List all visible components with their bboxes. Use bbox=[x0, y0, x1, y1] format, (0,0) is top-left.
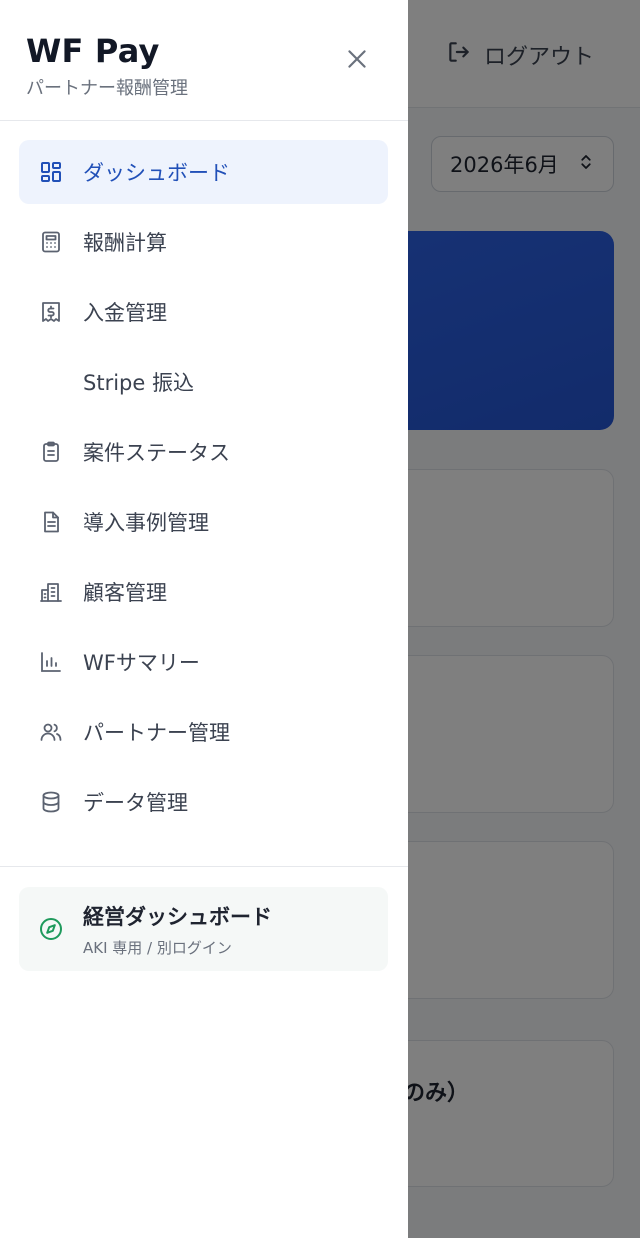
compass-icon bbox=[39, 917, 63, 941]
sidebar-item-label: パートナー管理 bbox=[83, 721, 230, 745]
exec-dashboard-text: 経営ダッシュボード AKI 専用 / 別ログイン bbox=[83, 901, 272, 958]
divider bbox=[0, 120, 408, 121]
sidebar-item-label: ダッシュボード bbox=[83, 161, 230, 185]
sidebar-item-label: 報酬計算 bbox=[83, 231, 167, 255]
dashboard-grid-icon bbox=[39, 160, 63, 184]
bar-chart-icon bbox=[39, 650, 63, 674]
brand: WF Pay パートナー報酬管理 bbox=[26, 32, 188, 100]
clipboard-list-icon bbox=[39, 440, 63, 464]
building-icon bbox=[39, 580, 63, 604]
sidebar-item-customers[interactable]: 顧客管理 bbox=[19, 560, 388, 624]
document-icon bbox=[39, 510, 63, 534]
app-subtitle: パートナー報酬管理 bbox=[26, 78, 188, 99]
users-icon bbox=[39, 720, 63, 744]
database-icon bbox=[39, 790, 63, 814]
close-icon bbox=[344, 46, 370, 76]
sidebar-item-project-status[interactable]: 案件ステータス bbox=[19, 420, 388, 484]
blank-icon bbox=[39, 370, 63, 394]
nav-drawer: WF Pay パートナー報酬管理 ダッシュボード 報酬計算 入金管理 Strip… bbox=[0, 0, 408, 1238]
sidebar-item-partners[interactable]: パートナー管理 bbox=[19, 700, 388, 764]
divider bbox=[0, 866, 408, 867]
exec-dashboard-link[interactable]: 経営ダッシュボード AKI 専用 / 別ログイン bbox=[19, 887, 388, 971]
sidebar-item-label: 案件ステータス bbox=[83, 441, 230, 465]
calculator-icon bbox=[39, 230, 63, 254]
sidebar-item-wf-summary[interactable]: WFサマリー bbox=[19, 630, 388, 694]
sidebar-item-case-studies[interactable]: 導入事例管理 bbox=[19, 490, 388, 554]
close-drawer-button[interactable] bbox=[340, 44, 374, 78]
app-title: WF Pay bbox=[26, 32, 160, 70]
sidebar-item-reward-calc[interactable]: 報酬計算 bbox=[19, 210, 388, 274]
sidebar-item-label: 導入事例管理 bbox=[83, 511, 209, 535]
sidebar-item-label: WFサマリー bbox=[83, 651, 200, 675]
sidebar-item-label: 顧客管理 bbox=[83, 581, 167, 605]
exec-dashboard-title: 経営ダッシュボード bbox=[83, 904, 272, 929]
sidebar-item-label: Stripe 振込 bbox=[83, 371, 194, 395]
sidebar-item-payments[interactable]: 入金管理 bbox=[19, 280, 388, 344]
sidebar-item-label: データ管理 bbox=[83, 791, 188, 815]
sidebar-item-dashboard[interactable]: ダッシュボード bbox=[19, 140, 388, 204]
exec-dashboard-subtitle: AKI 専用 / 別ログイン bbox=[83, 938, 232, 957]
sidebar-item-stripe-transfer[interactable]: Stripe 振込 bbox=[19, 350, 388, 414]
sidebar-nav: ダッシュボード 報酬計算 入金管理 Stripe 振込 案件ステータス 導入事例… bbox=[19, 140, 388, 840]
sidebar-item-data[interactable]: データ管理 bbox=[19, 770, 388, 834]
receipt-dollar-icon bbox=[39, 300, 63, 324]
sidebar-item-label: 入金管理 bbox=[83, 301, 167, 325]
